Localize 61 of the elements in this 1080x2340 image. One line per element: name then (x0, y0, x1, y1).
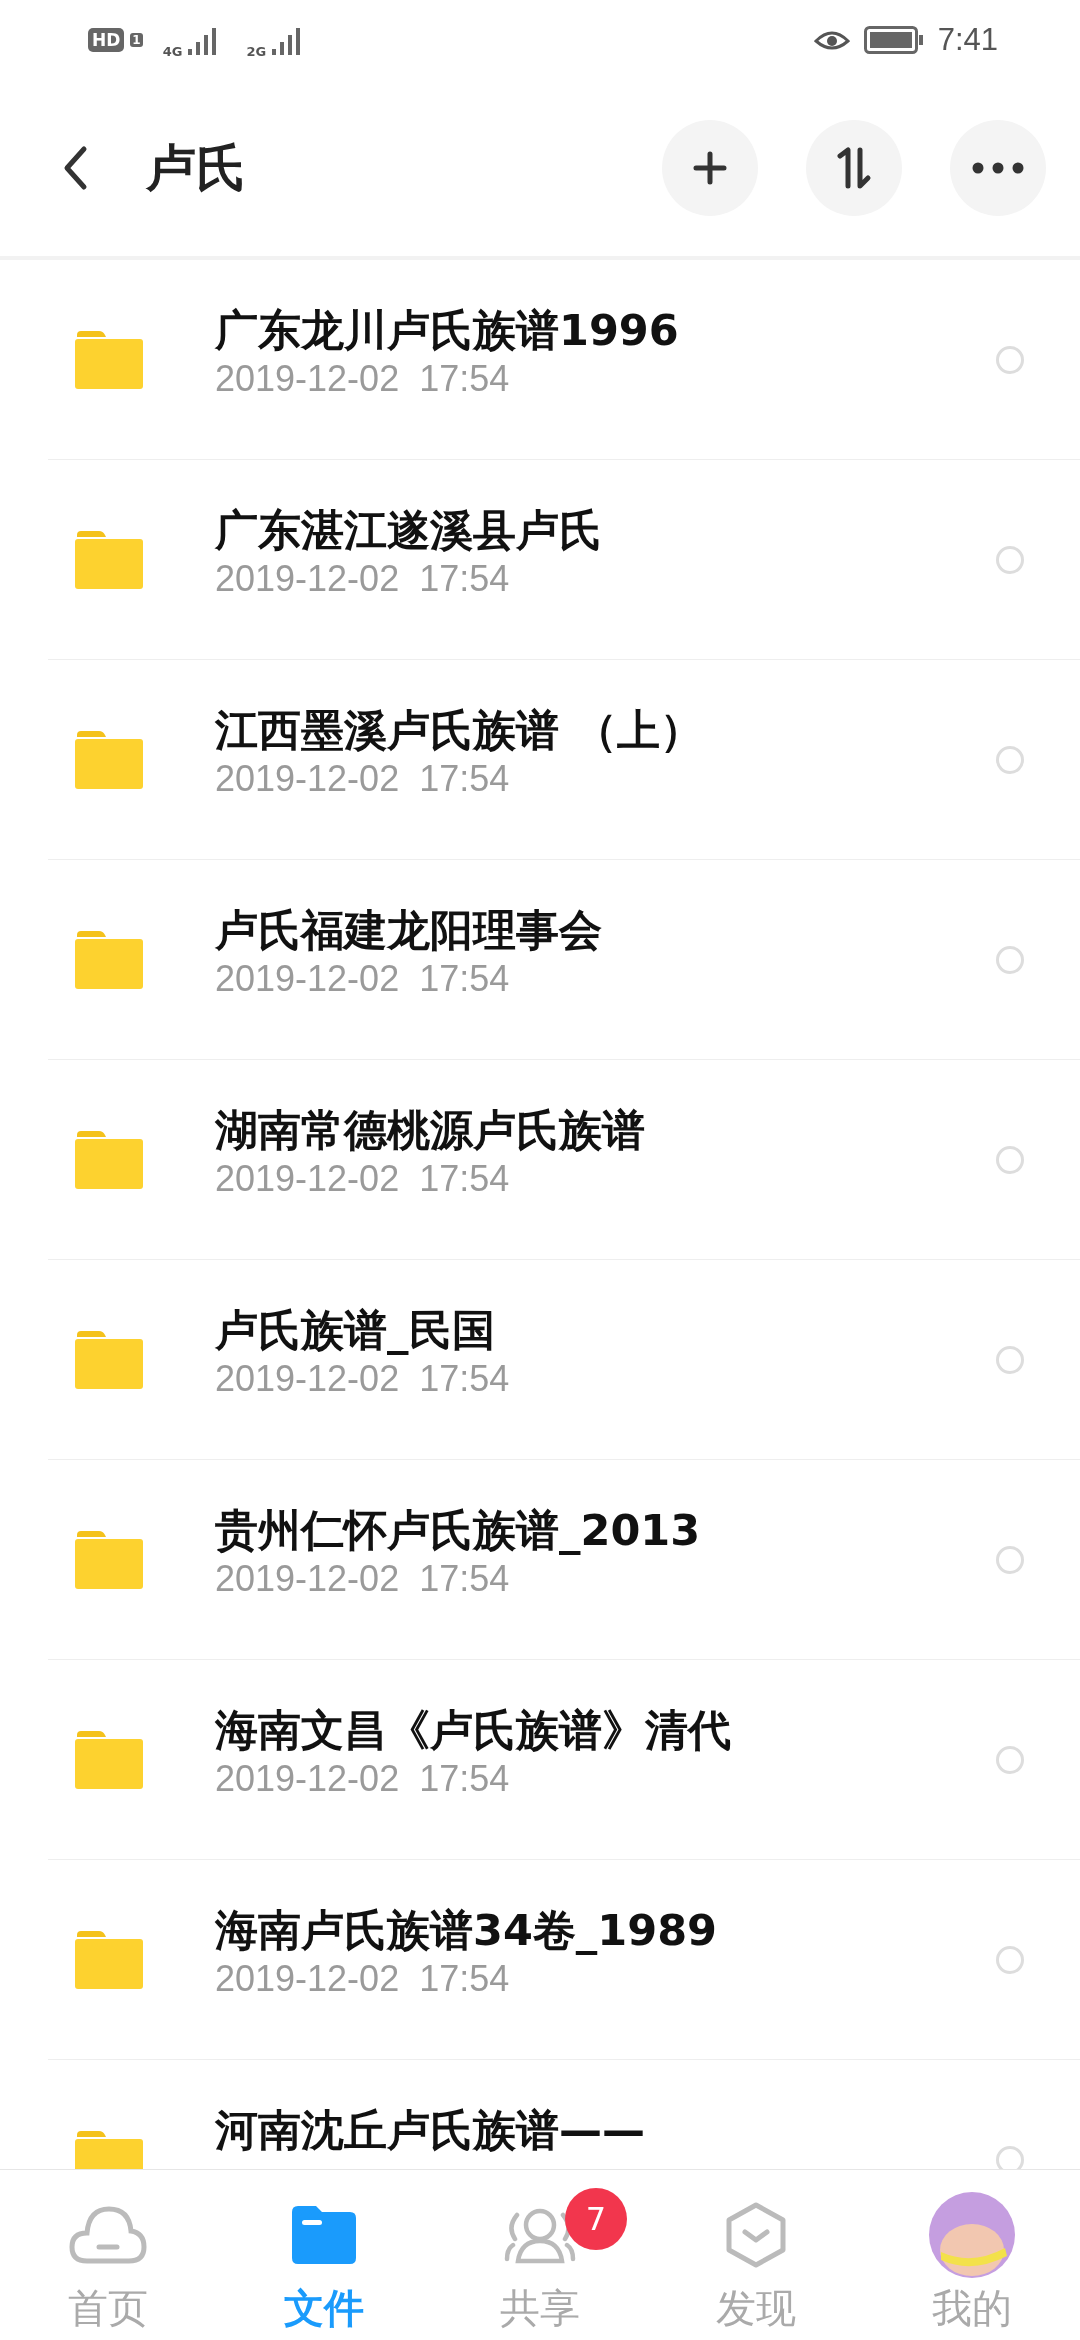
folder-name: 海南卢氏族谱34卷_1989 (215, 1905, 719, 1957)
clock: 7:41 (937, 22, 998, 58)
network-type: 2G (246, 43, 267, 59)
select-radio[interactable] (996, 1745, 1024, 1774)
hd-indicator: HD (88, 28, 125, 52)
select-radio[interactable] (996, 1145, 1024, 1174)
folder-row[interactable]: 海南文昌《卢氏族谱》清代 2019-12-02 17:54 (48, 1660, 1080, 1860)
folder-date: 2019-12-02 17:54 (215, 1156, 511, 1200)
folder-name: 卢氏福建龙阳理事会 (215, 905, 603, 957)
folder-date: 2019-12-02 17:54 (215, 956, 511, 1000)
folder-icon (292, 2206, 356, 2264)
folder-date: 2019-12-02 17:54 (215, 1556, 511, 1600)
folder-row[interactable]: 广东湛江遂溪县卢氏 2019-12-02 17:54 (48, 460, 1080, 660)
folder-name: 卢氏族谱_民国 (215, 1305, 496, 1357)
folder-name: 河南沈丘卢氏族谱—— (215, 2105, 646, 2157)
folder-row[interactable]: 贵州仁怀卢氏族谱_2013 2019-12-02 17:54 (48, 1460, 1080, 1660)
select-radio[interactable] (996, 1345, 1024, 1374)
folder-icon (75, 1530, 143, 1589)
folder-name: 贵州仁怀卢氏族谱_2013 (215, 1505, 702, 1557)
folder-row[interactable]: 卢氏福建龙阳理事会 2019-12-02 17:54 (48, 860, 1080, 1060)
folder-date: 2019-12-02 17:54 (215, 1956, 511, 2000)
folder-name: 海南文昌《卢氏族谱》清代 (215, 1705, 732, 1757)
notification-badge: 7 (565, 2188, 627, 2250)
select-radio[interactable] (996, 345, 1024, 374)
folder-name: 广东龙川卢氏族谱1996 (215, 305, 680, 357)
folder-icon (75, 1730, 143, 1789)
avatar-icon (929, 2192, 1015, 2278)
folder-icon (75, 1130, 143, 1189)
folder-icon (75, 730, 143, 789)
folder-date: 2019-12-02 17:54 (215, 556, 511, 600)
cloud-icon (69, 2205, 147, 2265)
folder-date: 2019-12-02 17:54 (215, 1756, 511, 1800)
folder-row[interactable]: 海南卢氏族谱34卷_1989 2019-12-02 17:54 (48, 1860, 1080, 2060)
nav-tab[interactable]: 7 共享 (432, 2170, 648, 2340)
folder-icon (75, 1930, 143, 1989)
folder-icon (75, 530, 143, 589)
folder-icon (75, 330, 143, 389)
select-radio[interactable] (996, 1945, 1024, 1974)
page-title: 卢氏 (146, 137, 246, 199)
select-radio[interactable] (996, 745, 1024, 774)
folder-name: 江西墨溪卢氏族谱 （上） (215, 705, 704, 757)
folder-icon (75, 1330, 143, 1389)
folder-row[interactable]: 江西墨溪卢氏族谱 （上） 2019-12-02 17:54 (48, 660, 1080, 860)
select-radio[interactable] (996, 545, 1024, 574)
sim-indicator: 1 (130, 33, 143, 47)
folder-name: 广东湛江遂溪县卢氏 (215, 505, 603, 557)
plus-icon (692, 150, 728, 186)
folder-row[interactable]: 卢氏族谱_民国 2019-12-02 17:54 (48, 1260, 1080, 1460)
network-type: 4G (162, 43, 183, 59)
select-radio[interactable] (996, 1545, 1024, 1574)
more-icon (972, 162, 1024, 174)
battery-icon (863, 26, 924, 54)
hexagon-icon (725, 2202, 787, 2268)
folder-row[interactable]: 广东龙川卢氏族谱1996 2019-12-02 17:54 (48, 260, 1080, 460)
folder-name: 湖南常德桃源卢氏族谱 (215, 1105, 646, 1157)
select-radio[interactable] (996, 945, 1024, 974)
folder-date: 2019-12-02 17:54 (215, 756, 511, 800)
folder-date: 2019-12-02 17:54 (215, 356, 511, 400)
folder-row[interactable]: 湖南常德桃源卢氏族谱 2019-12-02 17:54 (48, 1060, 1080, 1260)
folder-icon (75, 930, 143, 989)
folder-date: 2019-12-02 17:54 (215, 1356, 511, 1400)
